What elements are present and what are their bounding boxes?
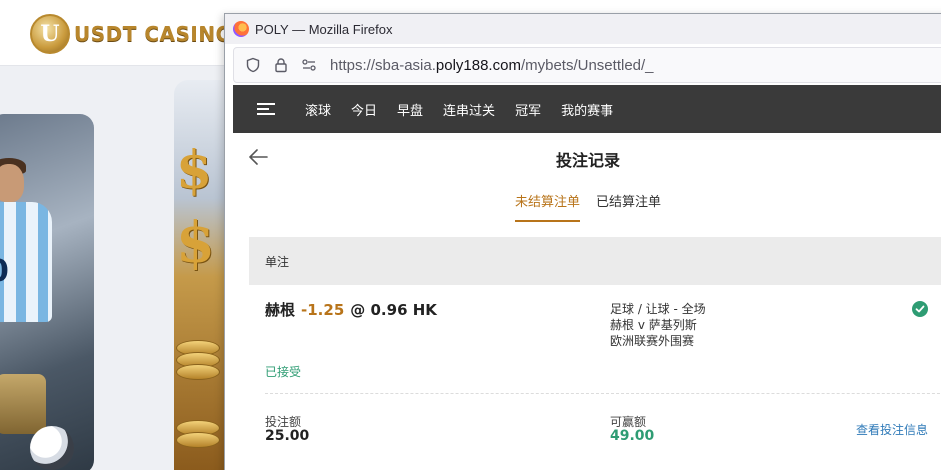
view-bet-details-link[interactable]: 查看投注信息 bbox=[856, 421, 928, 438]
promo-banner-football[interactable]: 0 bbox=[0, 114, 94, 470]
permissions-icon[interactable] bbox=[300, 56, 318, 74]
logo-text: USDT CASINO bbox=[74, 22, 234, 46]
shield-icon[interactable] bbox=[244, 56, 262, 74]
page-title: 投注记录 bbox=[555, 151, 620, 170]
tab-unsettled[interactable]: 未结算注单 bbox=[514, 191, 580, 222]
bet-selection: 赫根 -1.25 @ 0.96 HK bbox=[265, 299, 437, 320]
jersey-number: 0 bbox=[0, 254, 9, 289]
nav-item-outright[interactable]: 冠军 bbox=[515, 100, 541, 119]
bet-market-info: 足球 / 让球 - 全场 赫根 v 萨基列斯 欧洲联赛外围赛 bbox=[610, 301, 706, 349]
nav-item-my-events[interactable]: 我的赛事 bbox=[561, 100, 613, 119]
bet-at: @ bbox=[350, 301, 366, 319]
url-text[interactable]: https://sba-asia.poly188.com/mybets/Unse… bbox=[330, 57, 654, 74]
potential-win-value: 49.00 bbox=[610, 428, 655, 444]
player-head bbox=[0, 164, 24, 202]
window-title: POLY — Mozilla Firefox bbox=[255, 21, 393, 37]
money-stack bbox=[0, 374, 46, 434]
window-titlebar[interactable]: POLY — Mozilla Firefox bbox=[225, 14, 941, 44]
bet-odds: 0.96 HK bbox=[370, 301, 437, 319]
section-single-bets: 单注 bbox=[249, 237, 941, 285]
firefox-logo-icon bbox=[233, 21, 249, 37]
logo-badge-icon: U bbox=[30, 14, 70, 54]
firefox-window: POLY — Mozilla Firefox https://sba-asia.… bbox=[224, 13, 941, 470]
bet-league: 欧洲联赛外围赛 bbox=[610, 334, 695, 348]
gold-coin-icon bbox=[176, 364, 220, 380]
gold-coin-icon bbox=[176, 432, 220, 448]
url-prefix: https://sba-asia. bbox=[330, 56, 436, 74]
divider bbox=[265, 393, 941, 394]
dollar-sign-icon: $ bbox=[176, 210, 215, 276]
url-domain: poly188.com bbox=[435, 56, 521, 74]
bet-status: 已接受 bbox=[265, 365, 302, 379]
site-nav: 滚球 今日 早盘 连串过关 冠军 我的赛事 bbox=[233, 85, 941, 133]
check-circle-icon bbox=[912, 301, 928, 317]
address-bar[interactable]: https://sba-asia.poly188.com/mybets/Unse… bbox=[233, 47, 941, 83]
lock-icon[interactable] bbox=[272, 56, 290, 74]
bet-card: 赫根 -1.25 @ 0.96 HK 足球 / 让球 - 全场 赫根 v 萨基列斯 … bbox=[249, 285, 941, 470]
url-path: /mybets/Unsettled/_ bbox=[520, 56, 654, 74]
menu-icon[interactable] bbox=[257, 100, 275, 118]
stake-value: 25.00 bbox=[265, 428, 310, 444]
bet-match: 赫根 v 萨基列斯 bbox=[610, 318, 697, 332]
football-icon bbox=[30, 426, 74, 470]
bet-tabs: 未结算注单 已结算注单 bbox=[233, 191, 941, 222]
nav-item-today[interactable]: 今日 bbox=[351, 100, 377, 119]
nav-item-live[interactable]: 滚球 bbox=[305, 100, 331, 119]
bet-team: 赫根 bbox=[265, 301, 296, 319]
tab-settled[interactable]: 已结算注单 bbox=[596, 191, 661, 222]
nav-item-early[interactable]: 早盘 bbox=[397, 100, 423, 119]
dollar-sign-icon: $ bbox=[176, 140, 213, 201]
bet-market: 足球 / 让球 - 全场 bbox=[610, 302, 706, 316]
bet-history-page: 投注记录 未结算注单 已结算注单 单注 赫根 -1.25 @ 0.96 HK 足球 … bbox=[233, 133, 941, 470]
casino-logo[interactable]: U USDT CASINO bbox=[30, 12, 233, 56]
nav-item-parlay[interactable]: 连串过关 bbox=[443, 100, 495, 119]
bet-handicap: -1.25 bbox=[301, 301, 345, 319]
